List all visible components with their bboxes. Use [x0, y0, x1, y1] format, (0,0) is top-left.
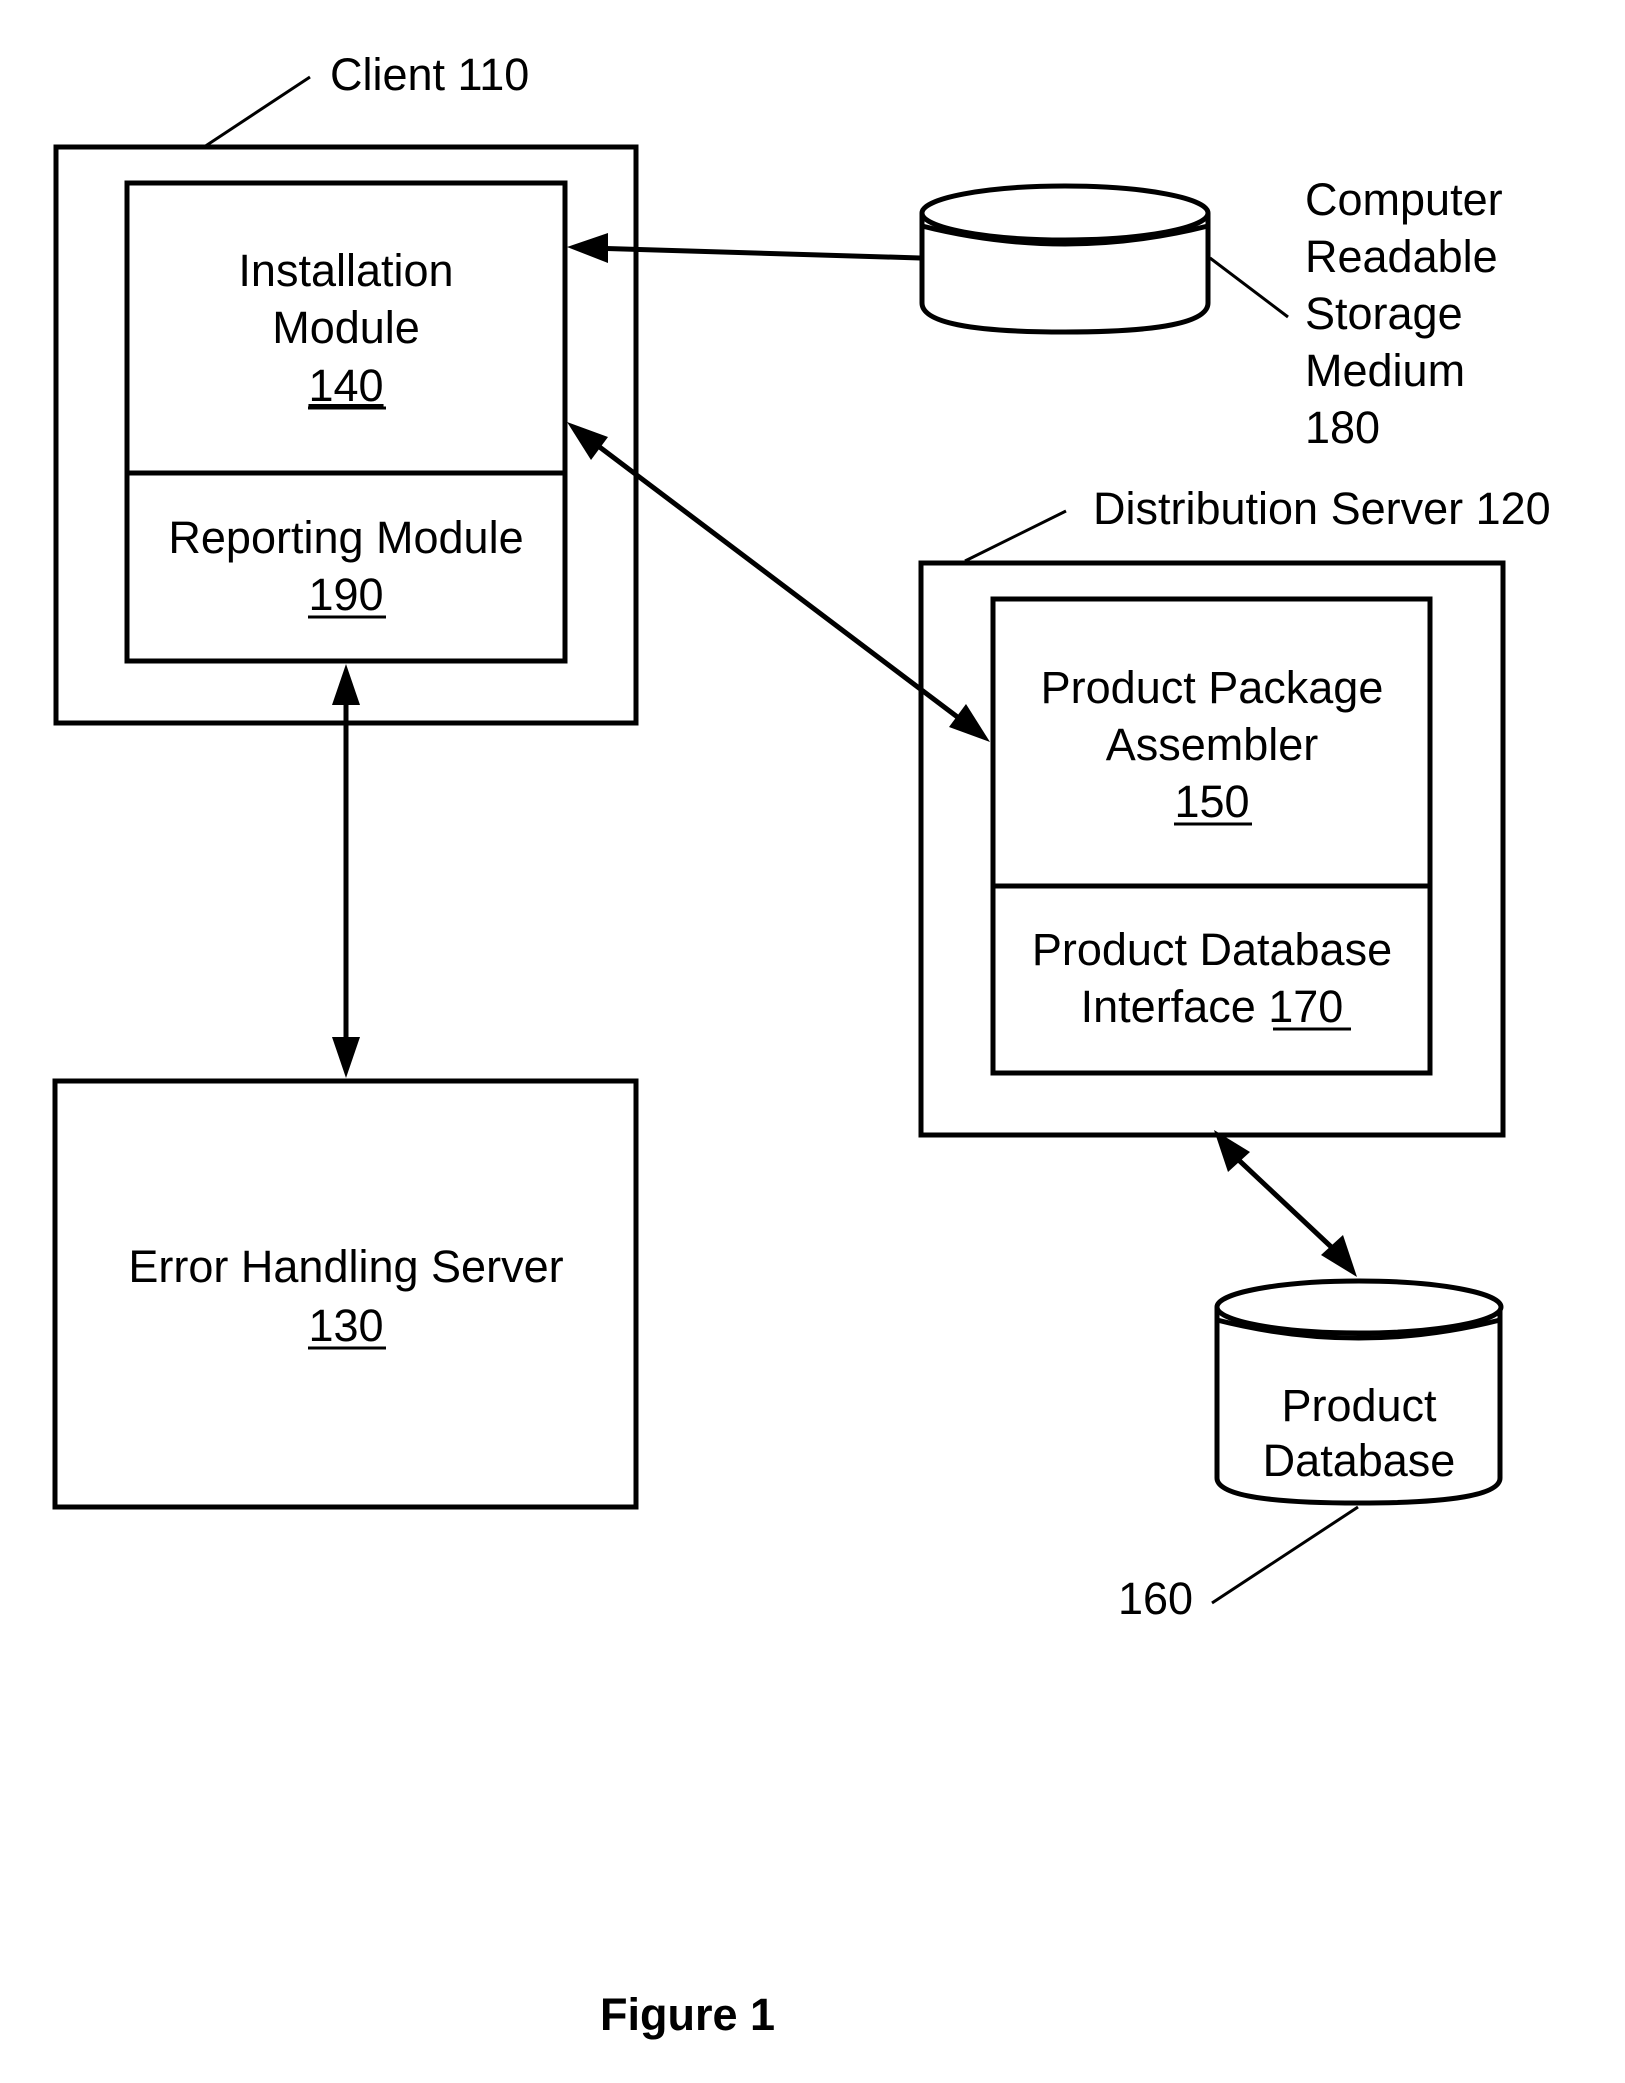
client-label: Client 110	[330, 49, 529, 100]
client-group: Client 110 Installation Module 140 Repor…	[53, 49, 639, 726]
product-database-leader-line	[1211, 1505, 1359, 1605]
product-database-interface-line2: Interface 170	[1081, 981, 1344, 1032]
storage-medium-line2: Readable	[1305, 231, 1498, 282]
distribution-server-label: Distribution Server 120	[1093, 483, 1551, 534]
figure-caption: Figure 1	[600, 1989, 775, 2040]
storage-medium-line3: Storage	[1305, 288, 1463, 339]
product-database-line2: Database	[1263, 1435, 1456, 1486]
error-handling-server-line1: Error Handling Server	[128, 1241, 563, 1292]
edge-installation-to-assembler-line	[583, 434, 974, 730]
product-database[interactable]: Product Database 160	[1118, 1278, 1504, 1624]
figure-canvas: Client 110 Installation Module 140 Repor…	[52, 49, 1551, 2040]
product-package-assembler-ref: 150	[1174, 776, 1249, 827]
storage-medium-line1: Computer	[1305, 174, 1503, 225]
storage-medium-cylinder-top	[919, 183, 1211, 243]
storage-medium-leader-line	[1209, 256, 1289, 319]
product-database-cylinder-top	[1214, 1278, 1504, 1336]
storage-medium-line4: Medium	[1305, 345, 1465, 396]
edge-interface-to-database	[1214, 1130, 1357, 1277]
product-database-interface-ref: 170	[1268, 981, 1343, 1032]
edge-interface-to-database-line	[1226, 1148, 1345, 1260]
edge-reporting-to-error-server	[332, 664, 360, 1078]
edge-storage-to-installation-line	[589, 245, 921, 261]
storage-medium-line5: 180	[1305, 402, 1380, 453]
client-leader-line	[203, 75, 311, 149]
product-package-assembler-line2: Assembler	[1106, 719, 1319, 770]
arrowhead-icon	[332, 1037, 360, 1078]
reporting-module-ref: 190	[308, 569, 383, 620]
product-database-ref-label: 160	[1118, 1573, 1193, 1624]
product-database-interface-line1: Product Database	[1032, 924, 1392, 975]
product-database-interface-line2-prefix: Interface	[1081, 981, 1269, 1032]
distribution-server-group: Distribution Server 120 Product Package …	[918, 483, 1551, 1138]
installation-module-line1: Installation	[238, 245, 453, 296]
error-handling-server-box	[52, 1078, 639, 1510]
product-package-assembler-line1: Product Package	[1041, 662, 1384, 713]
installation-module-ref: 140	[308, 360, 383, 411]
distribution-server-leader-line	[964, 509, 1067, 563]
product-database-line1: Product	[1281, 1380, 1437, 1431]
installation-module-line2: Module	[272, 302, 420, 353]
error-handling-server[interactable]: Error Handling Server 130	[52, 1078, 639, 1510]
error-handling-server-ref: 130	[308, 1300, 383, 1351]
reporting-module-line1: Reporting Module	[168, 512, 523, 563]
storage-medium[interactable]: Computer Readable Storage Medium 180	[919, 174, 1503, 453]
